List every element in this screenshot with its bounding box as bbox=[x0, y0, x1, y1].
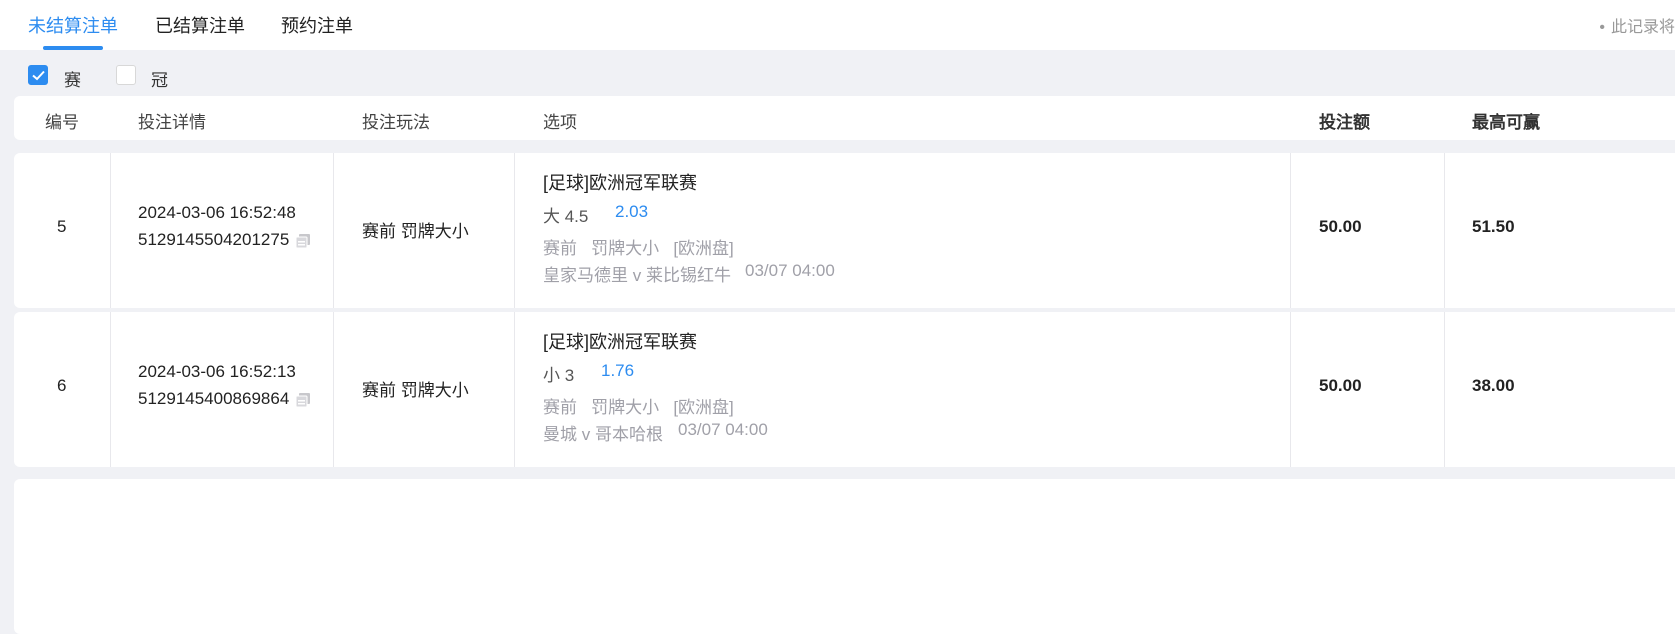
bet-play: 赛前 罚牌大小 bbox=[362, 222, 469, 241]
column-divider bbox=[333, 153, 334, 308]
order-number: 5129145400869864 bbox=[138, 389, 311, 409]
stake-amount: 50.00 bbox=[1319, 376, 1362, 395]
column-divider bbox=[333, 312, 334, 467]
header-id: 编号 bbox=[45, 113, 79, 132]
order-number-text: 5129145400869864 bbox=[138, 389, 290, 408]
column-divider bbox=[1444, 153, 1445, 308]
column-divider bbox=[514, 153, 515, 308]
league-name: [足球]欧洲冠军联赛 bbox=[543, 332, 698, 352]
header-stake: 投注额 bbox=[1319, 113, 1370, 132]
column-divider bbox=[110, 312, 111, 467]
column-divider bbox=[1290, 153, 1291, 308]
table-row: 5 2024-03-06 16:52:48 5129145504201275 赛… bbox=[14, 153, 1675, 308]
bet-play: 赛前 罚牌大小 bbox=[362, 381, 469, 400]
tab-unsettled[interactable]: 未结算注单 bbox=[28, 12, 118, 38]
header-play: 投注玩法 bbox=[362, 113, 430, 132]
header-max-win: 最高可赢 bbox=[1472, 113, 1540, 132]
league-name: [足球]欧洲冠军联赛 bbox=[543, 173, 698, 193]
bet-datetime: 2024-03-06 16:52:13 bbox=[138, 362, 296, 381]
max-win-amount: 38.00 bbox=[1472, 376, 1515, 395]
filter-events-checkbox[interactable] bbox=[28, 65, 48, 85]
active-tab-indicator bbox=[43, 46, 103, 50]
bet-datetime: 2024-03-06 16:52:48 bbox=[138, 203, 296, 222]
order-number-text: 5129145504201275 bbox=[138, 230, 290, 249]
table-header: 编号 投注详情 投注玩法 选项 投注额 最高可赢 bbox=[14, 96, 1675, 140]
bet-id: 6 bbox=[57, 376, 67, 395]
match-time: 03/07 04:00 bbox=[745, 261, 835, 280]
bullet-icon: • bbox=[1599, 19, 1605, 36]
copy-icon[interactable] bbox=[295, 392, 311, 408]
order-number: 5129145504201275 bbox=[138, 230, 311, 250]
odds: 1.76 bbox=[601, 361, 635, 380]
copy-icon[interactable] bbox=[295, 233, 311, 249]
bet-id: 5 bbox=[57, 217, 67, 236]
odds: 2.03 bbox=[615, 202, 649, 221]
tab-reserved[interactable]: 预约注单 bbox=[281, 12, 353, 38]
column-divider bbox=[514, 312, 515, 467]
column-divider bbox=[110, 153, 111, 308]
match-time: 03/07 04:00 bbox=[678, 420, 768, 439]
match-name: 曼城 v 哥本哈根 bbox=[543, 425, 663, 444]
table-row bbox=[14, 479, 1675, 634]
table-row: 6 2024-03-06 16:52:13 5129145400869864 赛… bbox=[14, 312, 1675, 467]
notice-label: 此记录将 bbox=[1610, 19, 1675, 36]
header-selection: 选项 bbox=[543, 113, 577, 132]
max-win-amount: 51.50 bbox=[1472, 217, 1515, 236]
notice-text: • 此记录将 bbox=[1599, 13, 1675, 37]
column-divider bbox=[1444, 312, 1445, 467]
filter-champion-checkbox[interactable] bbox=[116, 65, 136, 85]
market-info: 赛前 罚牌大小 [欧洲盘] bbox=[543, 398, 734, 417]
selection: 小 3 bbox=[543, 366, 575, 385]
bet-tabs: 未结算注单 已结算注单 预约注单 • 此记录将 bbox=[0, 0, 1675, 50]
selection: 大 4.5 bbox=[543, 207, 589, 226]
column-divider bbox=[1290, 312, 1291, 467]
check-icon bbox=[32, 70, 45, 81]
stake-amount: 50.00 bbox=[1319, 217, 1362, 236]
header-details: 投注详情 bbox=[138, 113, 206, 132]
match-name: 皇家马德里 v 莱比锡红牛 bbox=[543, 266, 731, 285]
tab-settled[interactable]: 已结算注单 bbox=[155, 12, 245, 38]
market-info: 赛前 罚牌大小 [欧洲盘] bbox=[543, 239, 734, 258]
